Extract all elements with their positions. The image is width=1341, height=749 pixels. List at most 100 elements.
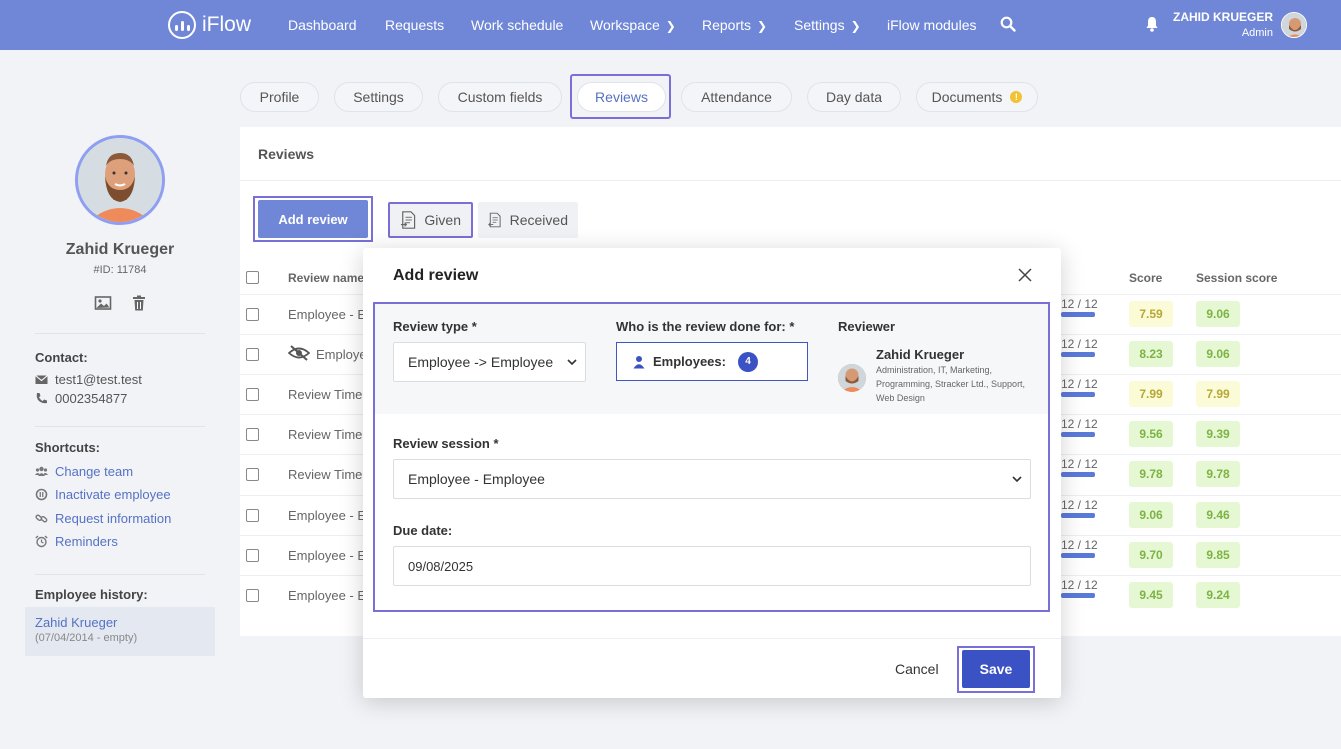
shortcut-reminders[interactable]: Reminders <box>35 534 118 549</box>
column-score[interactable]: Score <box>1129 271 1162 285</box>
divider <box>363 638 1061 639</box>
review-name-cell[interactable]: Employee - Er <box>288 588 370 603</box>
nav-dashboard-label: Dashboard <box>288 17 357 33</box>
score-badge: 9.45 <box>1129 582 1173 608</box>
progress-bar <box>1061 553 1095 558</box>
progress-text: 12 / 12 <box>1061 297 1098 311</box>
tab-settings[interactable]: Settings <box>334 82 423 112</box>
nav-work-schedule[interactable]: Work schedule <box>471 17 563 33</box>
column-session-score[interactable]: Session score <box>1196 271 1277 285</box>
progress-text: 12 / 12 <box>1061 578 1098 592</box>
done-for-label: Who is the review done for: * <box>616 319 795 334</box>
nav-iflow-modules[interactable]: iFlow modules <box>887 17 976 33</box>
user-avatar[interactable] <box>1281 12 1307 38</box>
row-checkbox[interactable] <box>246 308 259 321</box>
progress-text: 12 / 12 <box>1061 457 1098 471</box>
tab-day-data[interactable]: Day data <box>807 82 901 112</box>
tab-profile[interactable]: Profile <box>240 82 319 112</box>
top-navbar: iFlow Dashboard Requests Work schedule W… <box>0 0 1341 50</box>
phone-icon <box>36 393 47 404</box>
logo-icon <box>168 11 196 39</box>
session-score-badge: 9.78 <box>1196 461 1240 487</box>
review-name-cell[interactable]: Employe <box>316 347 367 362</box>
nav-settings[interactable]: Settings ❯ <box>794 17 861 33</box>
due-date-input[interactable]: 09/08/2025 <box>393 546 1031 586</box>
session-score-badge: 9.85 <box>1196 542 1240 568</box>
received-label: Received <box>509 212 568 228</box>
tab-custom-fields[interactable]: Custom fields <box>438 82 562 112</box>
progress-bar <box>1061 352 1095 357</box>
review-session-value: Employee - Employee <box>408 471 545 487</box>
score-badge: 9.78 <box>1129 461 1173 487</box>
row-checkbox[interactable] <box>246 509 259 522</box>
review-session-select[interactable]: Employee - Employee <box>393 459 1031 499</box>
document-out-icon <box>400 211 416 229</box>
save-button[interactable]: Save <box>962 650 1030 688</box>
review-name-cell[interactable]: Employee - Er <box>288 307 370 322</box>
nav-requests-label: Requests <box>385 17 445 33</box>
bell-icon[interactable] <box>1145 16 1159 32</box>
review-name-cell[interactable]: Review Time <box>288 387 362 402</box>
row-checkbox[interactable] <box>246 549 259 562</box>
shortcut-change-team[interactable]: Change team <box>35 464 133 479</box>
session-score-badge: 9.24 <box>1196 582 1240 608</box>
shortcut-inactivate-employee[interactable]: Inactivate employee <box>35 487 171 502</box>
envelope-icon <box>35 375 48 384</box>
tab-attendance[interactable]: Attendance <box>681 82 792 112</box>
pause-circle-icon <box>35 488 48 501</box>
image-icon[interactable] <box>94 294 112 312</box>
row-checkbox[interactable] <box>246 388 259 401</box>
row-checkbox[interactable] <box>246 348 259 361</box>
employee-history-item[interactable]: Zahid Krueger (07/04/2014 - empty) <box>25 607 215 656</box>
progress-text: 12 / 12 <box>1061 377 1098 391</box>
session-score-badge: 9.06 <box>1196 341 1240 367</box>
shortcuts-heading: Shortcuts: <box>35 440 100 455</box>
received-filter-button[interactable]: Received <box>478 202 578 238</box>
divider <box>35 426 205 427</box>
cancel-button[interactable]: Cancel <box>895 661 939 677</box>
review-type-label: Review type * <box>393 319 477 334</box>
nav-dashboard[interactable]: Dashboard <box>288 17 357 33</box>
nav-settings-label: Settings <box>794 17 845 33</box>
user-name[interactable]: ZAHID KRUEGER <box>1173 11 1273 24</box>
employees-label: Employees: <box>653 354 726 369</box>
search-icon[interactable] <box>1000 16 1016 32</box>
add-review-modal: Add review Review type * Employee -> Emp… <box>363 248 1061 698</box>
select-all-checkbox[interactable] <box>246 271 259 284</box>
chevron-right-icon: ❯ <box>757 19 768 33</box>
avatar-image <box>1282 13 1306 37</box>
review-name-cell[interactable]: Employee - Er <box>288 548 370 563</box>
row-checkbox[interactable] <box>246 468 259 481</box>
chevron-down-icon <box>1012 476 1022 483</box>
review-name-cell[interactable]: Review Time <box>288 467 362 482</box>
given-filter-button[interactable]: Given <box>388 202 473 238</box>
iflow-logo[interactable]: iFlow <box>168 11 251 39</box>
review-name-cell[interactable]: Review Time <box>288 427 362 442</box>
employees-selector[interactable]: Employees: 4 <box>616 342 808 381</box>
user-role: Admin <box>1241 27 1273 39</box>
session-score-badge: 9.06 <box>1196 301 1240 327</box>
shortcut-request-information[interactable]: Request information <box>35 511 171 526</box>
nav-work-schedule-label: Work schedule <box>471 17 564 33</box>
chevron-right-icon: ❯ <box>665 19 676 33</box>
nav-requests[interactable]: Requests <box>385 17 444 33</box>
avatar-image <box>838 364 866 392</box>
score-badge: 9.70 <box>1129 542 1173 568</box>
nav-reports[interactable]: Reports ❯ <box>702 17 767 33</box>
column-review-name[interactable]: Review name <box>288 271 364 285</box>
tab-label: Documents <box>931 89 1003 105</box>
phone-text: 0002354877 <box>55 391 128 406</box>
employees-count-badge: 4 <box>737 351 758 372</box>
reviewer-avatar <box>838 364 866 392</box>
close-icon[interactable] <box>1018 268 1032 282</box>
trash-icon[interactable] <box>130 294 148 312</box>
row-checkbox[interactable] <box>246 589 259 602</box>
add-review-button[interactable]: Add review <box>258 200 368 238</box>
tab-documents[interactable]: Documents! <box>916 82 1038 112</box>
employee-photo <box>78 138 162 222</box>
nav-workspace[interactable]: Workspace ❯ <box>590 17 676 33</box>
review-name-cell[interactable]: Employee - Er <box>288 508 370 523</box>
review-type-select[interactable]: Employee -> Employee <box>393 342 586 382</box>
employee-name: Zahid Krueger <box>65 241 175 258</box>
row-checkbox[interactable] <box>246 428 259 441</box>
